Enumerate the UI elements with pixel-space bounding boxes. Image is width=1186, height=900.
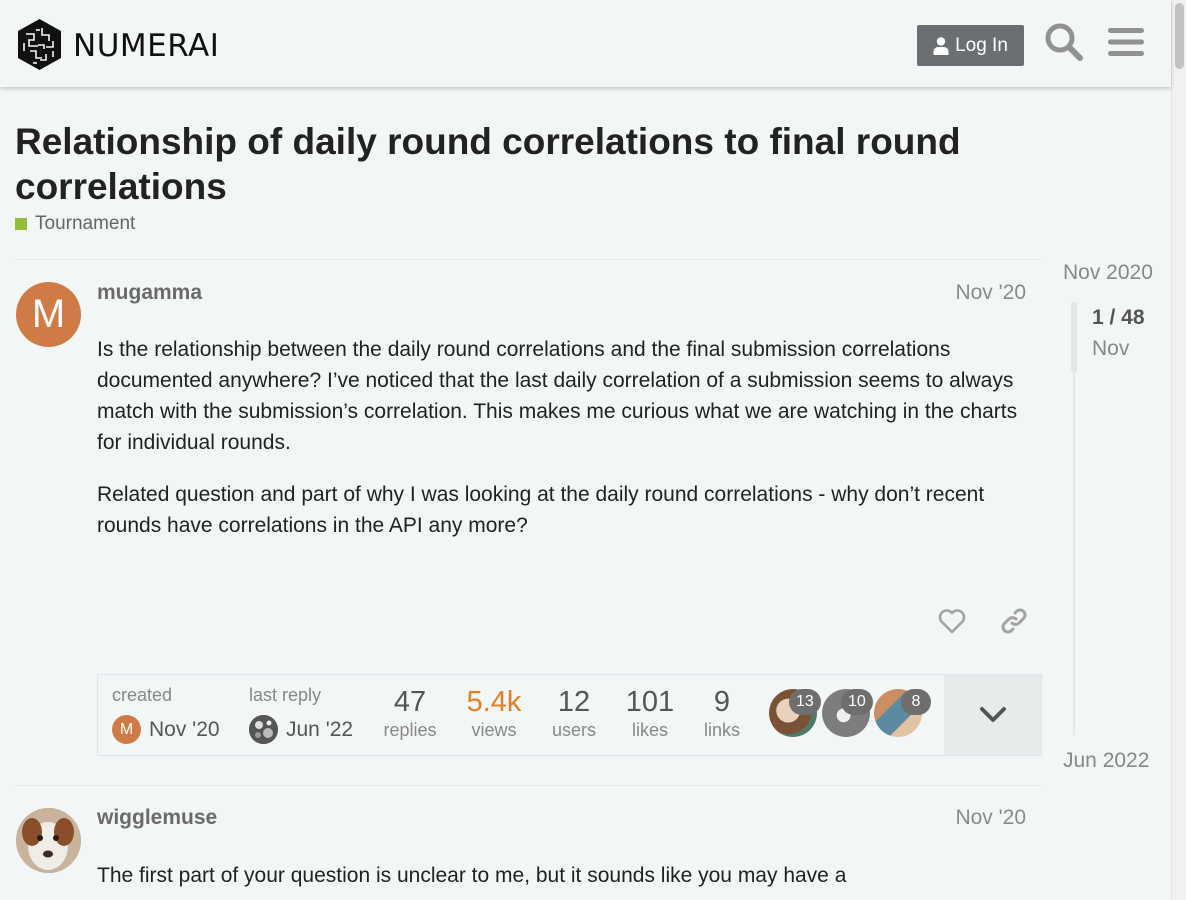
- views-stat: 5.4k views: [464, 685, 524, 741]
- chevron-down-icon: [979, 707, 1006, 722]
- heart-icon: [938, 609, 966, 634]
- category-label: Tournament: [35, 213, 136, 234]
- avatar[interactable]: [16, 808, 81, 873]
- participant-post-count: 13: [789, 689, 821, 715]
- last-reply-info[interactable]: Jun '22: [249, 715, 353, 744]
- participant-post-count: 8: [901, 689, 931, 715]
- post-date[interactable]: Nov '20: [930, 281, 1026, 305]
- avatar-pattern-icon: [249, 715, 278, 744]
- participant-post-count: 10: [841, 689, 873, 715]
- login-label: Log In: [955, 34, 1008, 56]
- created-label: created: [112, 685, 173, 705]
- post-body: Is the relationship between the daily ro…: [97, 334, 1032, 562]
- stat-number: 9: [713, 686, 731, 718]
- stat-number: 101: [625, 686, 675, 718]
- like-button[interactable]: [934, 603, 970, 639]
- login-button[interactable]: Log In: [917, 25, 1024, 66]
- site-header: NUMERAI Log In: [0, 0, 1171, 87]
- avatar-letter: M: [119, 720, 134, 738]
- post-username[interactable]: mugamma: [97, 281, 202, 305]
- brand-name: NUMERAI: [73, 27, 220, 64]
- stat-label: replies: [383, 720, 437, 740]
- post-divider: [15, 259, 1042, 260]
- topic-map: created M Nov '20 last reply Jun '22 47 …: [97, 674, 1042, 756]
- avatar[interactable]: M: [16, 282, 81, 347]
- last-reply-label: last reply: [249, 685, 322, 705]
- created-date: Nov '20: [149, 717, 220, 741]
- stat-number: 12: [557, 686, 591, 718]
- topic-title[interactable]: Relationship of daily round correlations…: [15, 119, 1055, 209]
- replies-stat: 47 replies: [382, 685, 438, 741]
- post-username[interactable]: wigglemuse: [97, 806, 217, 830]
- site-logo[interactable]: NUMERAI: [16, 18, 219, 71]
- numerai-logo-icon: [18, 19, 61, 70]
- users-stat: 12 users: [548, 685, 600, 741]
- search-button[interactable]: [1044, 22, 1084, 62]
- timeline-start-date[interactable]: Nov 2020: [1063, 261, 1153, 285]
- stat-label: users: [551, 720, 596, 740]
- timeline-end-date[interactable]: Jun 2022: [1063, 749, 1149, 773]
- scrollbar-thumb[interactable]: [1175, 3, 1184, 69]
- link-icon: [1001, 608, 1027, 634]
- post-divider: [15, 785, 1042, 786]
- avatar: [249, 715, 278, 744]
- links-stat[interactable]: 9 links: [700, 685, 744, 741]
- likes-stat: 101 likes: [623, 685, 677, 741]
- post-body: The first part of your question is uncle…: [97, 860, 1032, 900]
- stat-number: 5.4k: [466, 686, 522, 718]
- timeline-handle[interactable]: [1071, 302, 1077, 372]
- last-reply-date: Jun '22: [286, 717, 354, 741]
- hamburger-menu-icon: [1108, 28, 1144, 56]
- timeline-position: 1 / 48: [1092, 306, 1145, 329]
- post-paragraph: Is the relationship between the daily ro…: [97, 338, 1018, 454]
- dog-avatar-icon: [16, 808, 81, 873]
- timeline-current-date: Nov: [1092, 337, 1130, 360]
- category-badge[interactable]: Tournament: [15, 213, 135, 235]
- avatar-letter: M: [31, 292, 66, 336]
- stat-label: views: [471, 720, 517, 740]
- post-paragraph: The first part of your question is uncle…: [97, 864, 847, 887]
- search-icon: [1045, 23, 1083, 61]
- avatar: M: [112, 715, 141, 744]
- expand-topic-map-button[interactable]: [944, 675, 1041, 755]
- user-icon: [933, 36, 949, 55]
- stat-number: 47: [393, 686, 427, 718]
- share-link-button[interactable]: [996, 603, 1032, 639]
- stat-label: likes: [631, 720, 668, 740]
- post-paragraph: Related question and part of why I was l…: [97, 483, 985, 537]
- created-info[interactable]: M Nov '20: [112, 715, 220, 744]
- hamburger-menu-button[interactable]: [1106, 22, 1146, 62]
- page-scrollbar[interactable]: [1171, 0, 1186, 900]
- stat-label: links: [703, 720, 740, 740]
- post-date[interactable]: Nov '20: [930, 806, 1026, 830]
- category-color-swatch: [15, 218, 27, 230]
